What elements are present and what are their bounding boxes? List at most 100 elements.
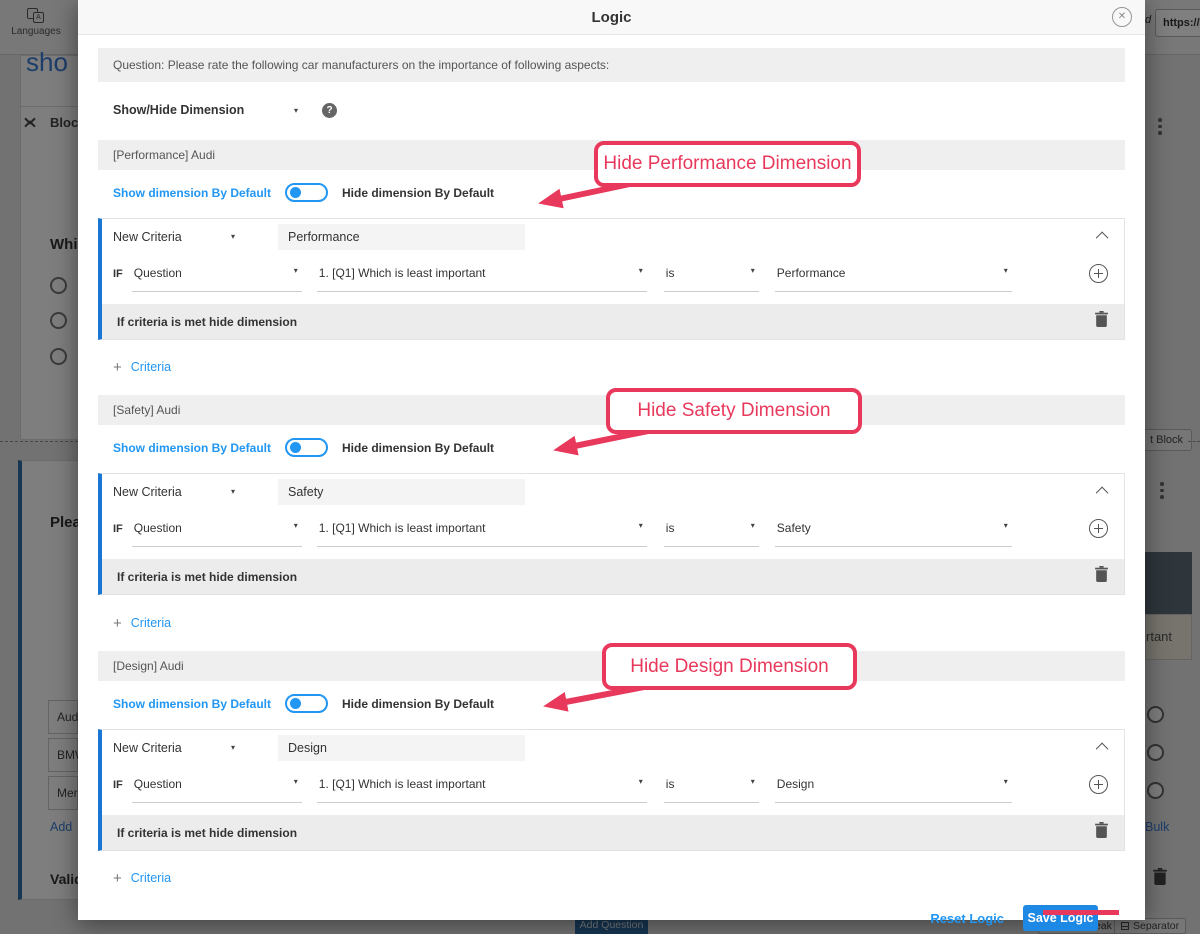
- source-question-value: 1. [Q1] Which is least important: [319, 777, 486, 791]
- operator-value: is: [666, 266, 675, 280]
- show-default-label: Show dimension By Default: [113, 186, 271, 200]
- source-question-dropdown[interactable]: 1. [Q1] Which is least important ▾: [317, 264, 647, 292]
- criteria-action-text: If criteria is met hide dimension: [117, 315, 297, 329]
- chevron-down-icon: ▾: [231, 743, 235, 752]
- toggle-knob: [290, 442, 301, 453]
- default-visibility-toggle[interactable]: [285, 438, 328, 457]
- criteria-type-dropdown[interactable]: New Criteria ▾: [113, 485, 235, 499]
- source-question-value: 1. [Q1] Which is least important: [319, 521, 486, 535]
- source-type-dropdown[interactable]: Question ▾: [132, 775, 302, 803]
- reset-logic-link[interactable]: Reset Logic: [930, 911, 1004, 926]
- if-label: IF: [113, 268, 123, 280]
- operator-value: is: [666, 521, 675, 535]
- chevron-down-icon: ▾: [294, 266, 298, 275]
- if-label: IF: [113, 523, 123, 535]
- criteria-action-text: If criteria is met hide dimension: [117, 570, 297, 584]
- criteria-name-input[interactable]: Design: [278, 735, 525, 761]
- source-type-dropdown[interactable]: Question▾: [132, 519, 302, 547]
- chevron-down-icon: ▾: [231, 487, 235, 496]
- hide-default-label: Hide dimension By Default: [342, 697, 494, 711]
- toggle-knob: [290, 187, 301, 198]
- annotation-callout: Hide Design Dimension: [602, 643, 857, 690]
- operator-dropdown[interactable]: is ▾: [664, 519, 759, 547]
- logic-modal: Logic ✕ Question: Please rate the follow…: [78, 0, 1145, 920]
- criteria-type-dropdown[interactable]: New Criteria ▾: [113, 741, 235, 755]
- annotation-underline: [1043, 910, 1119, 915]
- chevron-down-icon: ▾: [1004, 777, 1008, 786]
- delete-criteria-icon[interactable]: [1095, 311, 1108, 332]
- show-default-label: Show dimension By Default: [113, 697, 271, 711]
- delete-criteria-icon[interactable]: [1095, 822, 1108, 843]
- collapse-criteria-icon[interactable]: [1096, 232, 1109, 245]
- question-context-bar: Question: Please rate the following car …: [98, 48, 1125, 82]
- collapse-criteria-icon[interactable]: [1096, 743, 1109, 756]
- value-dropdown[interactable]: Safety ▾: [775, 519, 1012, 547]
- operator-dropdown[interactable]: is ▾: [664, 264, 759, 292]
- operator-dropdown[interactable]: is ▾: [664, 775, 759, 803]
- annotation-callout: Hide Safety Dimension: [606, 388, 862, 434]
- criteria-type-value: New Criteria: [113, 485, 182, 499]
- modal-title: Logic: [78, 0, 1145, 35]
- chevron-down-icon: ▾: [1004, 266, 1008, 275]
- chevron-down-icon: ▾: [751, 777, 755, 786]
- chevron-down-icon: ▾: [751, 521, 755, 530]
- close-icon[interactable]: ✕: [1112, 7, 1132, 27]
- source-type-value: Question: [134, 521, 182, 535]
- criteria-type-value: New Criteria: [113, 230, 182, 244]
- criteria-type-dropdown[interactable]: New Criteria ▾: [113, 230, 235, 244]
- toggle-knob: [290, 698, 301, 709]
- criteria-card: New Criteria ▾ Safety IF Question▾ 1. [Q…: [98, 473, 1125, 595]
- chevron-down-icon: ▾: [639, 266, 643, 275]
- value-dropdown[interactable]: Design ▾: [775, 775, 1012, 803]
- chevron-down-icon: ▾: [639, 777, 643, 786]
- value-dropdown[interactable]: Performance ▾: [775, 264, 1012, 292]
- chevron-down-icon: ▾: [639, 521, 643, 530]
- criteria-name-input[interactable]: Performance: [278, 224, 525, 250]
- add-criteria-label: Criteria: [131, 616, 171, 630]
- source-question-dropdown[interactable]: 1. [Q1] Which is least important ▾: [317, 519, 647, 547]
- source-type-dropdown[interactable]: Question ▾: [132, 264, 302, 292]
- operator-value: is: [666, 777, 675, 791]
- chevron-down-icon: ▾: [231, 232, 235, 241]
- chevron-down-icon: ▾: [294, 106, 298, 115]
- hide-default-label: Hide dimension By Default: [342, 186, 494, 200]
- add-criteria-label: Criteria: [131, 871, 171, 885]
- value-value: Design: [777, 777, 814, 791]
- hide-default-label: Hide dimension By Default: [342, 441, 494, 455]
- add-condition-icon[interactable]: [1089, 519, 1108, 538]
- help-icon[interactable]: ?: [322, 103, 337, 118]
- plus-icon: +: [113, 870, 122, 887]
- collapse-criteria-icon[interactable]: [1096, 487, 1109, 500]
- add-criteria-button[interactable]: + Criteria: [98, 866, 1125, 890]
- chevron-down-icon: ▾: [1004, 521, 1008, 530]
- save-logic-button[interactable]: Save Logic: [1023, 905, 1098, 931]
- delete-criteria-icon[interactable]: [1095, 566, 1108, 587]
- source-question-dropdown[interactable]: 1. [Q1] Which is least important ▾: [317, 775, 647, 803]
- add-condition-icon[interactable]: [1089, 264, 1108, 283]
- chevron-down-icon: ▾: [751, 266, 755, 275]
- plus-icon: +: [113, 615, 122, 632]
- criteria-card: New Criteria ▾ Performance IF Question▾ …: [98, 218, 1125, 340]
- criteria-name-input[interactable]: Safety: [278, 479, 525, 505]
- source-type-value: Question: [134, 777, 182, 791]
- add-condition-icon[interactable]: [1089, 775, 1108, 794]
- logic-type-dropdown[interactable]: Show/Hide Dimension ▾: [113, 103, 298, 117]
- screen: A Languages d https:// sho Bloc Whic P S…: [0, 0, 1200, 934]
- source-question-value: 1. [Q1] Which is least important: [319, 266, 486, 280]
- criteria-action-text: If criteria is met hide dimension: [117, 826, 297, 840]
- modal-header: Logic ✕: [78, 0, 1145, 35]
- value-value: Performance: [777, 266, 846, 280]
- plus-icon: +: [113, 359, 122, 376]
- add-criteria-button[interactable]: + Criteria: [98, 611, 1125, 635]
- criteria-type-value: New Criteria: [113, 741, 182, 755]
- if-label: IF: [113, 779, 123, 791]
- default-visibility-toggle[interactable]: [285, 183, 328, 202]
- value-value: Safety: [777, 521, 811, 535]
- source-type-value: Question: [134, 266, 182, 280]
- show-default-label: Show dimension By Default: [113, 441, 271, 455]
- annotation-callout: Hide Performance Dimension: [594, 141, 861, 187]
- add-criteria-label: Criteria: [131, 360, 171, 374]
- default-visibility-toggle[interactable]: [285, 694, 328, 713]
- add-criteria-button[interactable]: + Criteria: [98, 355, 1125, 379]
- chevron-down-icon: ▾: [294, 777, 298, 786]
